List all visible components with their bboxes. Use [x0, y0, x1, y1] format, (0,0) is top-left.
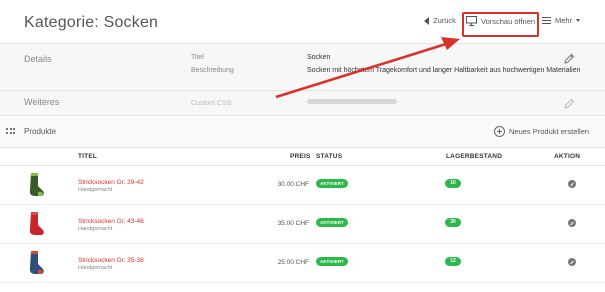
column-header-title: TITEL: [78, 153, 98, 160]
edit-pencil-icon[interactable]: [563, 98, 575, 110]
plus-circle-icon: [494, 126, 505, 137]
disable-action-icon[interactable]: [568, 219, 576, 227]
product-price: 30.00 CHF: [277, 181, 309, 188]
field-label-title: Titel: [191, 54, 204, 61]
product-price: 25.00 CHF: [277, 259, 309, 266]
status-badge: AKTIVIERT: [316, 257, 348, 266]
status-badge: AKTIVIERT: [316, 179, 348, 188]
product-subtitle: Handgemacht: [78, 265, 113, 271]
new-product-label: Neues Produkt erstellen: [509, 127, 590, 136]
table-row[interactable]: Stricksocken Gr. 39-42 Handgemacht 30.00…: [0, 166, 605, 205]
table-row[interactable]: Stricksocken Gr. 35-38 Handgemacht 25.00…: [0, 244, 605, 283]
product-name-link[interactable]: Stricksocken Gr. 43-46: [78, 218, 144, 225]
products-bar: Produkte Neues Produkt erstellen: [0, 118, 605, 148]
stock-badge: 30: [445, 218, 461, 227]
column-header-action: AKTION: [554, 153, 581, 160]
menu-icon: [542, 16, 551, 25]
product-name-link[interactable]: Stricksocken Gr. 39-42: [78, 179, 144, 186]
product-name-link[interactable]: Stricksocken Gr. 35-38: [78, 257, 144, 264]
field-value-title: Socken: [307, 54, 331, 61]
product-subtitle: Handgemacht: [78, 226, 113, 232]
column-header-price: PREIS: [290, 153, 311, 160]
field-label-description: Beschreibung: [191, 67, 234, 74]
disable-action-icon[interactable]: [568, 180, 576, 188]
new-product-button[interactable]: Neues Produkt erstellen: [494, 126, 589, 137]
blurred-value: [307, 99, 397, 104]
grid-icon: [6, 128, 15, 134]
edit-pencil-icon[interactable]: [563, 53, 575, 65]
column-header-status: STATUS: [316, 153, 343, 160]
stock-badge: 10: [445, 179, 461, 188]
table-row[interactable]: Stricksocken Gr. 43-46 Handgemacht 35.00…: [0, 205, 605, 244]
more-label: Mehr: [555, 16, 573, 25]
disable-action-icon[interactable]: [568, 258, 576, 266]
status-badge: AKTIVIERT: [316, 218, 348, 227]
details-section: Details Titel Socken Beschreibung Socken…: [0, 44, 605, 91]
preview-highlight-box: [462, 12, 539, 37]
product-price: 35.00 CHF: [277, 220, 309, 227]
chevron-left-icon: [424, 16, 429, 25]
field-label-custom-css: Custom CSS: [191, 100, 232, 107]
back-label: Zurück: [433, 16, 456, 25]
details-title: Details: [24, 54, 52, 64]
stock-badge: 12: [445, 257, 461, 266]
page-title: Kategorie: Socken: [24, 14, 159, 31]
back-button[interactable]: Zurück: [424, 16, 456, 25]
column-header-stock: LAGERBESTAND: [446, 153, 503, 160]
sock-product-image: [29, 251, 44, 274]
page-header: Kategorie: Socken Zurück Vorschau öffnen…: [0, 0, 605, 44]
weiteres-title: Weiteres: [24, 97, 60, 107]
chevron-down-icon: [576, 19, 581, 22]
sock-product-image: [29, 173, 44, 196]
product-subtitle: Handgemacht: [78, 187, 113, 193]
field-value-description: Socken mit höchstem Tragekomfort und lan…: [307, 67, 581, 74]
products-title: Produkte: [24, 127, 57, 136]
table-header: TITEL PREIS STATUS LAGERBESTAND AKTION: [0, 148, 605, 166]
weiteres-section: Weiteres Custom CSS: [0, 91, 605, 116]
more-menu-button[interactable]: Mehr: [542, 16, 581, 25]
sock-product-image: [29, 212, 44, 235]
